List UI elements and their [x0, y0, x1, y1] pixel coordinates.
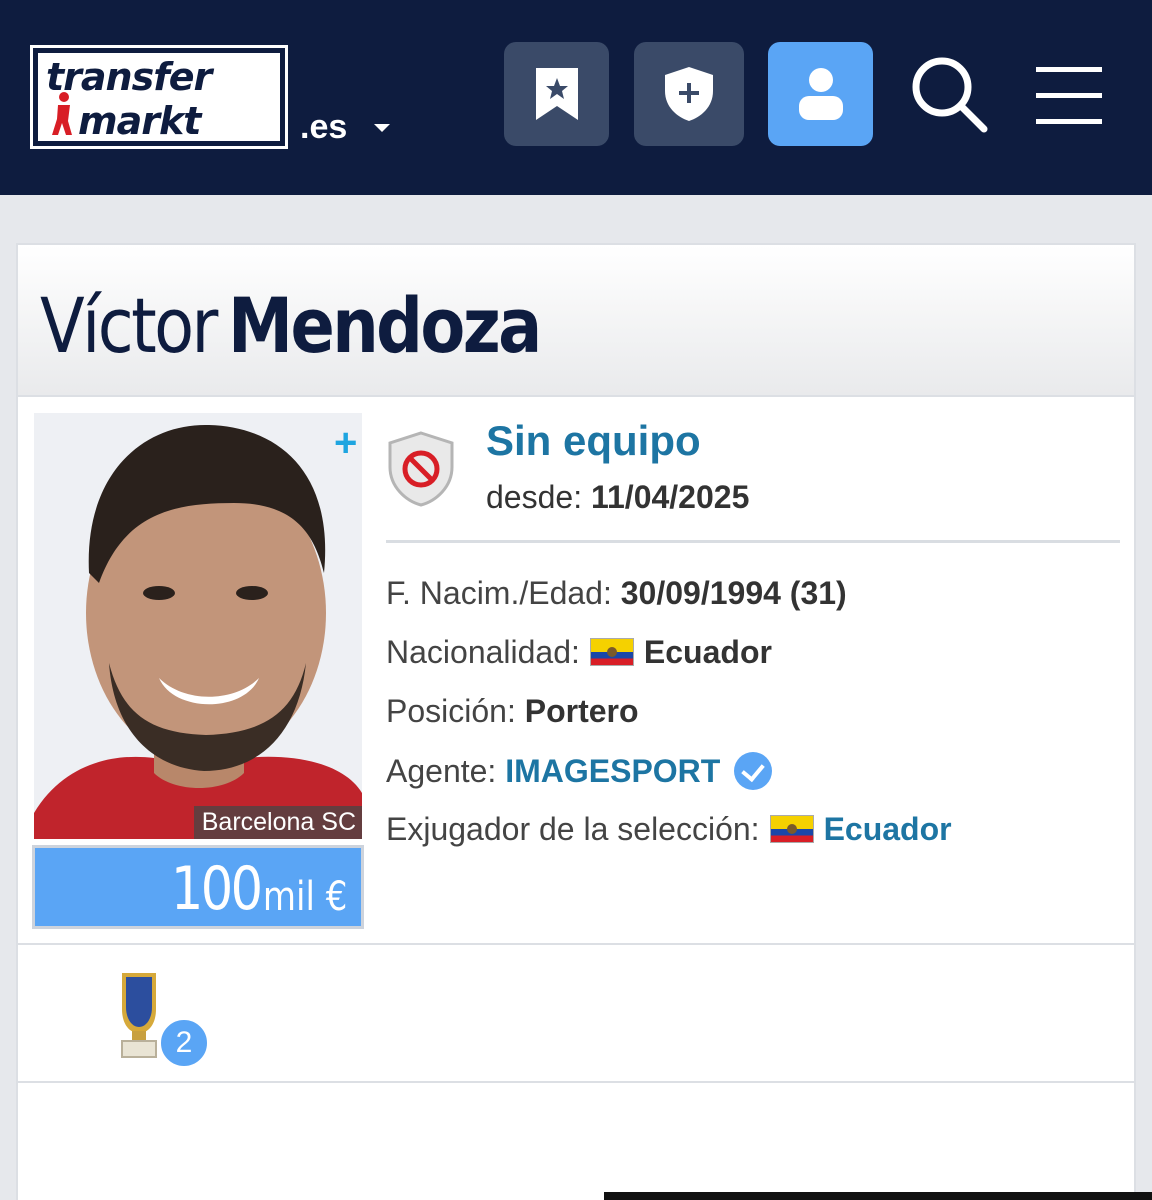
bookmark-star-icon	[535, 68, 578, 120]
trophy-icon[interactable]	[114, 969, 164, 1059]
bottom-overlay-bar	[604, 1192, 1152, 1200]
agent-link[interactable]: IMAGESPORT	[505, 753, 720, 789]
national-team-label: Exjugador de la selección:	[386, 811, 760, 847]
hamburger-menu-icon[interactable]	[1036, 67, 1102, 125]
national-team-link[interactable]: Ecuador	[824, 811, 952, 847]
profile-button[interactable]	[768, 42, 873, 146]
watchlist-button[interactable]	[504, 42, 609, 146]
ecuador-flag-icon	[769, 815, 814, 843]
position-label: Posición:	[386, 693, 516, 729]
divider	[18, 1081, 1134, 1083]
player-portrait-image	[34, 413, 362, 839]
player-first-name: Víctor	[40, 281, 218, 370]
market-value-number: 100	[171, 854, 263, 924]
divider	[18, 943, 1134, 945]
market-value-unit: mil €	[262, 874, 347, 920]
agent-label: Agente:	[386, 753, 497, 789]
birth-label: F. Nacim./Edad:	[386, 575, 612, 611]
divider	[386, 540, 1120, 543]
market-value-box[interactable]: 100 mil €	[32, 845, 364, 929]
info-row-national-team: Exjugador de la selección: Ecuador	[386, 811, 952, 848]
logo-text-markt: markt	[78, 99, 201, 143]
current-club-link[interactable]: Sin equipo	[486, 417, 701, 465]
birth-value: 30/09/1994 (31)	[620, 575, 847, 611]
player-title-bar: Víctor Mendoza	[18, 245, 1134, 397]
position-value: Portero	[524, 693, 639, 729]
user-icon	[798, 68, 843, 120]
logo-text-transfer: transfer	[46, 55, 212, 99]
my-club-button[interactable]	[634, 42, 744, 146]
nationality-label: Nacionalidad:	[386, 634, 580, 670]
domain-selector[interactable]: .es	[300, 108, 347, 147]
info-row-position: Posición: Portero	[386, 693, 639, 730]
transfermarkt-logo[interactable]: transfer markt	[30, 45, 288, 149]
shield-plus-icon	[665, 67, 713, 121]
since-label: desde:	[486, 479, 583, 515]
player-last-name: Mendoza	[228, 281, 542, 370]
ecuador-flag-icon	[589, 638, 634, 666]
verified-check-icon	[734, 752, 773, 790]
info-row-agent: Agente: IMAGESPORT	[386, 752, 773, 790]
no-club-crest-icon	[388, 431, 454, 507]
top-header: transfer markt .es	[0, 0, 1152, 195]
nationality-value: Ecuador	[643, 634, 772, 670]
photo-club-label: Barcelona SC	[193, 806, 362, 839]
add-photo-plus-icon[interactable]: +	[334, 421, 357, 466]
trophy-count-badge: 2	[158, 1017, 210, 1069]
since-date: 11/04/2025	[590, 479, 750, 515]
info-row-birth: F. Nacim./Edad: 30/09/1994 (31)	[386, 575, 847, 612]
player-photo[interactable]: + Barcelona SC	[34, 413, 362, 839]
chevron-down-icon[interactable]	[374, 124, 390, 132]
search-icon[interactable]	[908, 55, 990, 135]
club-since: desde: 11/04/2025	[486, 479, 749, 516]
player-card: Víctor Mendoza + Barcelona SC 100 mil € …	[16, 243, 1136, 1200]
info-row-nationality: Nacionalidad: Ecuador	[386, 634, 772, 671]
